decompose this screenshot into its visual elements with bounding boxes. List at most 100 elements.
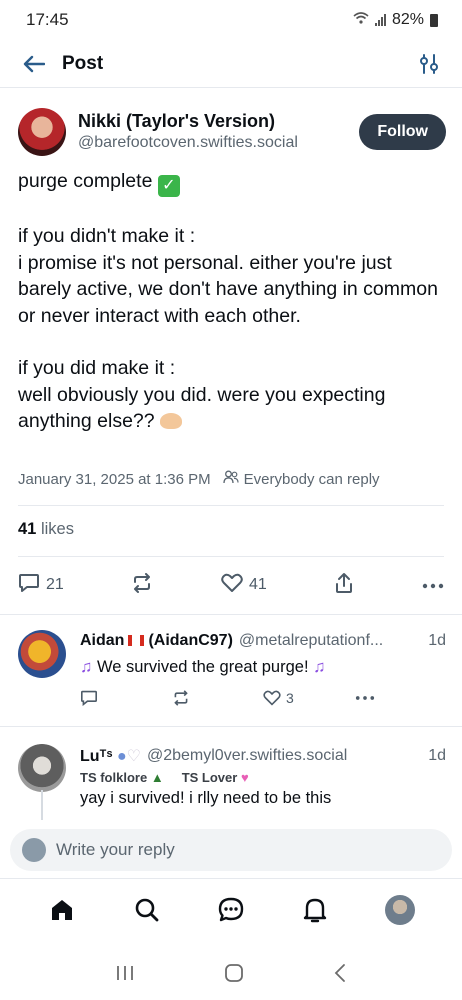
canada-flag-icon [128, 635, 145, 646]
people-icon [222, 470, 239, 488]
tab-home[interactable] [42, 890, 82, 930]
reply-name-text: Luᵀˢ [80, 748, 113, 765]
home-icon [52, 899, 73, 920]
reply-content: Luᵀˢ ●♡ @2bemyl0ver.swifties.social 1d T… [80, 746, 446, 809]
reply-time: 1d [428, 632, 446, 649]
signal-icon [374, 14, 386, 26]
comment-icon [18, 573, 40, 598]
music-note-icon: ♫ [80, 658, 93, 676]
back-arrow-icon[interactable] [18, 48, 50, 80]
tab-chat[interactable] [211, 890, 251, 930]
badge-lover: TS Lover ♥ [182, 770, 249, 785]
reply-text: yay i survived! i rlly need to be this [80, 789, 332, 807]
reply-author-name: Luᵀˢ ●♡ [80, 746, 141, 766]
author-avatar[interactable] [18, 108, 66, 156]
follow-button[interactable]: Follow [359, 114, 446, 150]
home-button-icon[interactable] [224, 963, 244, 988]
battery-icon [430, 13, 438, 27]
post-paragraph-2: if you didn't make it : i promise it's n… [18, 225, 438, 327]
reply-avatar[interactable] [18, 630, 66, 678]
reply-avatar[interactable] [18, 744, 66, 792]
like-count: 41 [248, 576, 267, 593]
likes-summary[interactable]: 41 likes [18, 520, 74, 539]
post-body: purge complete ✓ if you didn't make it :… [18, 168, 448, 435]
sliders-icon[interactable] [414, 49, 444, 79]
repost-icon [173, 690, 188, 706]
app-header: Post [0, 40, 462, 88]
tab-search[interactable] [127, 890, 167, 930]
post-author: Nikki (Taylor's Version) @barefootcoven.… [18, 104, 446, 160]
reply-input[interactable] [56, 840, 440, 860]
badge-folklore-label: TS folklore [80, 770, 148, 785]
comment-icon [81, 690, 97, 706]
reply-setting-label: Everybody can reply [243, 470, 380, 488]
reply-author-handle: @metalreputationf... [238, 632, 384, 649]
reply-comment-action[interactable] [80, 690, 172, 706]
more-action[interactable] [422, 576, 444, 594]
reply-item[interactable]: Aidan (AidanC97) @metalreputationf... 1d … [0, 614, 462, 726]
share-action[interactable] [334, 572, 354, 599]
reply-action[interactable]: 21 [18, 573, 64, 598]
reply-composer[interactable] [10, 829, 452, 871]
globe-icon: ● [116, 748, 127, 765]
tab-notifications[interactable] [295, 890, 335, 930]
repost-action[interactable] [131, 572, 153, 598]
system-nav-bar [0, 950, 462, 1000]
author-info[interactable]: Nikki (Taylor's Version) @barefootcoven.… [78, 110, 359, 154]
post-paragraph-3: if you did make it : well obviously you … [18, 355, 448, 435]
user-avatar [22, 838, 46, 862]
reply-like-action[interactable]: 3 [263, 690, 355, 706]
more-icon [422, 576, 444, 594]
reply-time: 1d [428, 747, 446, 764]
music-note-icon: ♫ [313, 658, 326, 676]
pink-heart-icon: ♥ [240, 770, 249, 785]
reply-like-count: 3 [286, 690, 294, 706]
thread-line [41, 790, 43, 820]
reply-setting: Everybody can reply [222, 470, 380, 488]
search-icon [135, 898, 158, 921]
badge-lover-label: TS Lover [181, 770, 238, 785]
post-text-3: if you did make it : well obviously you … [18, 357, 386, 432]
post-actions: 21 41 [18, 568, 444, 602]
status-icons: 82% [353, 11, 438, 29]
author-name: Nikki (Taylor's Version) [78, 111, 276, 131]
heart-hands-icon [160, 413, 183, 429]
back-button-icon[interactable] [333, 963, 347, 988]
status-time: 17:45 [26, 10, 69, 29]
reply-author-handle: @2bemyl0ver.swifties.social [146, 747, 348, 764]
reply-header: Aidan (AidanC97) @metalreputationf... 1d [80, 632, 446, 650]
divider [18, 556, 444, 557]
bell-icon [304, 898, 327, 922]
more-icon [355, 696, 374, 700]
reply-repost-action[interactable] [172, 690, 264, 706]
recent-apps-icon[interactable] [115, 964, 135, 987]
reply-count: 21 [46, 576, 64, 593]
like-action[interactable]: 41 [221, 573, 267, 598]
post-meta: January 31, 2025 at 1:36 PM Everybody ca… [18, 470, 446, 488]
reply-text: ♫ We survived the great purge! ♫ [80, 656, 446, 678]
profile-badges: TS folklore ▲ TS Lover ♥ [80, 770, 446, 785]
wifi-icon [353, 11, 369, 29]
heart-icon [263, 690, 281, 706]
post-paragraph-1: purge complete ✓ [18, 168, 448, 197]
likes-count: 41 [18, 520, 37, 538]
battery-percent: 82% [391, 11, 424, 28]
white-heart-icon: ♡ [126, 748, 141, 765]
page-title: Post [62, 52, 104, 74]
tree-icon: ▲ [150, 770, 164, 785]
post-timestamp: January 31, 2025 at 1:36 PM [18, 470, 211, 488]
reply-content: Aidan (AidanC97) @metalreputationf... 1d … [80, 632, 446, 706]
tab-profile[interactable] [380, 890, 420, 930]
reply-header: Luᵀˢ ●♡ @2bemyl0ver.swifties.social 1d [80, 746, 446, 766]
likes-label: likes [40, 520, 74, 538]
divider [18, 505, 444, 506]
bottom-tab-bar [0, 878, 462, 940]
reply-actions: 3 [80, 690, 446, 706]
badge-folklore: TS folklore ▲ [80, 770, 164, 785]
post-text-1: purge complete [18, 170, 153, 192]
share-icon [334, 572, 354, 599]
author-handle: @barefootcoven.swifties.social [78, 134, 298, 151]
check-mark-icon: ✓ [157, 175, 180, 197]
reply-item[interactable]: Luᵀˢ ●♡ @2bemyl0ver.swifties.social 1d T… [0, 726, 462, 822]
reply-more-action[interactable] [355, 695, 447, 701]
